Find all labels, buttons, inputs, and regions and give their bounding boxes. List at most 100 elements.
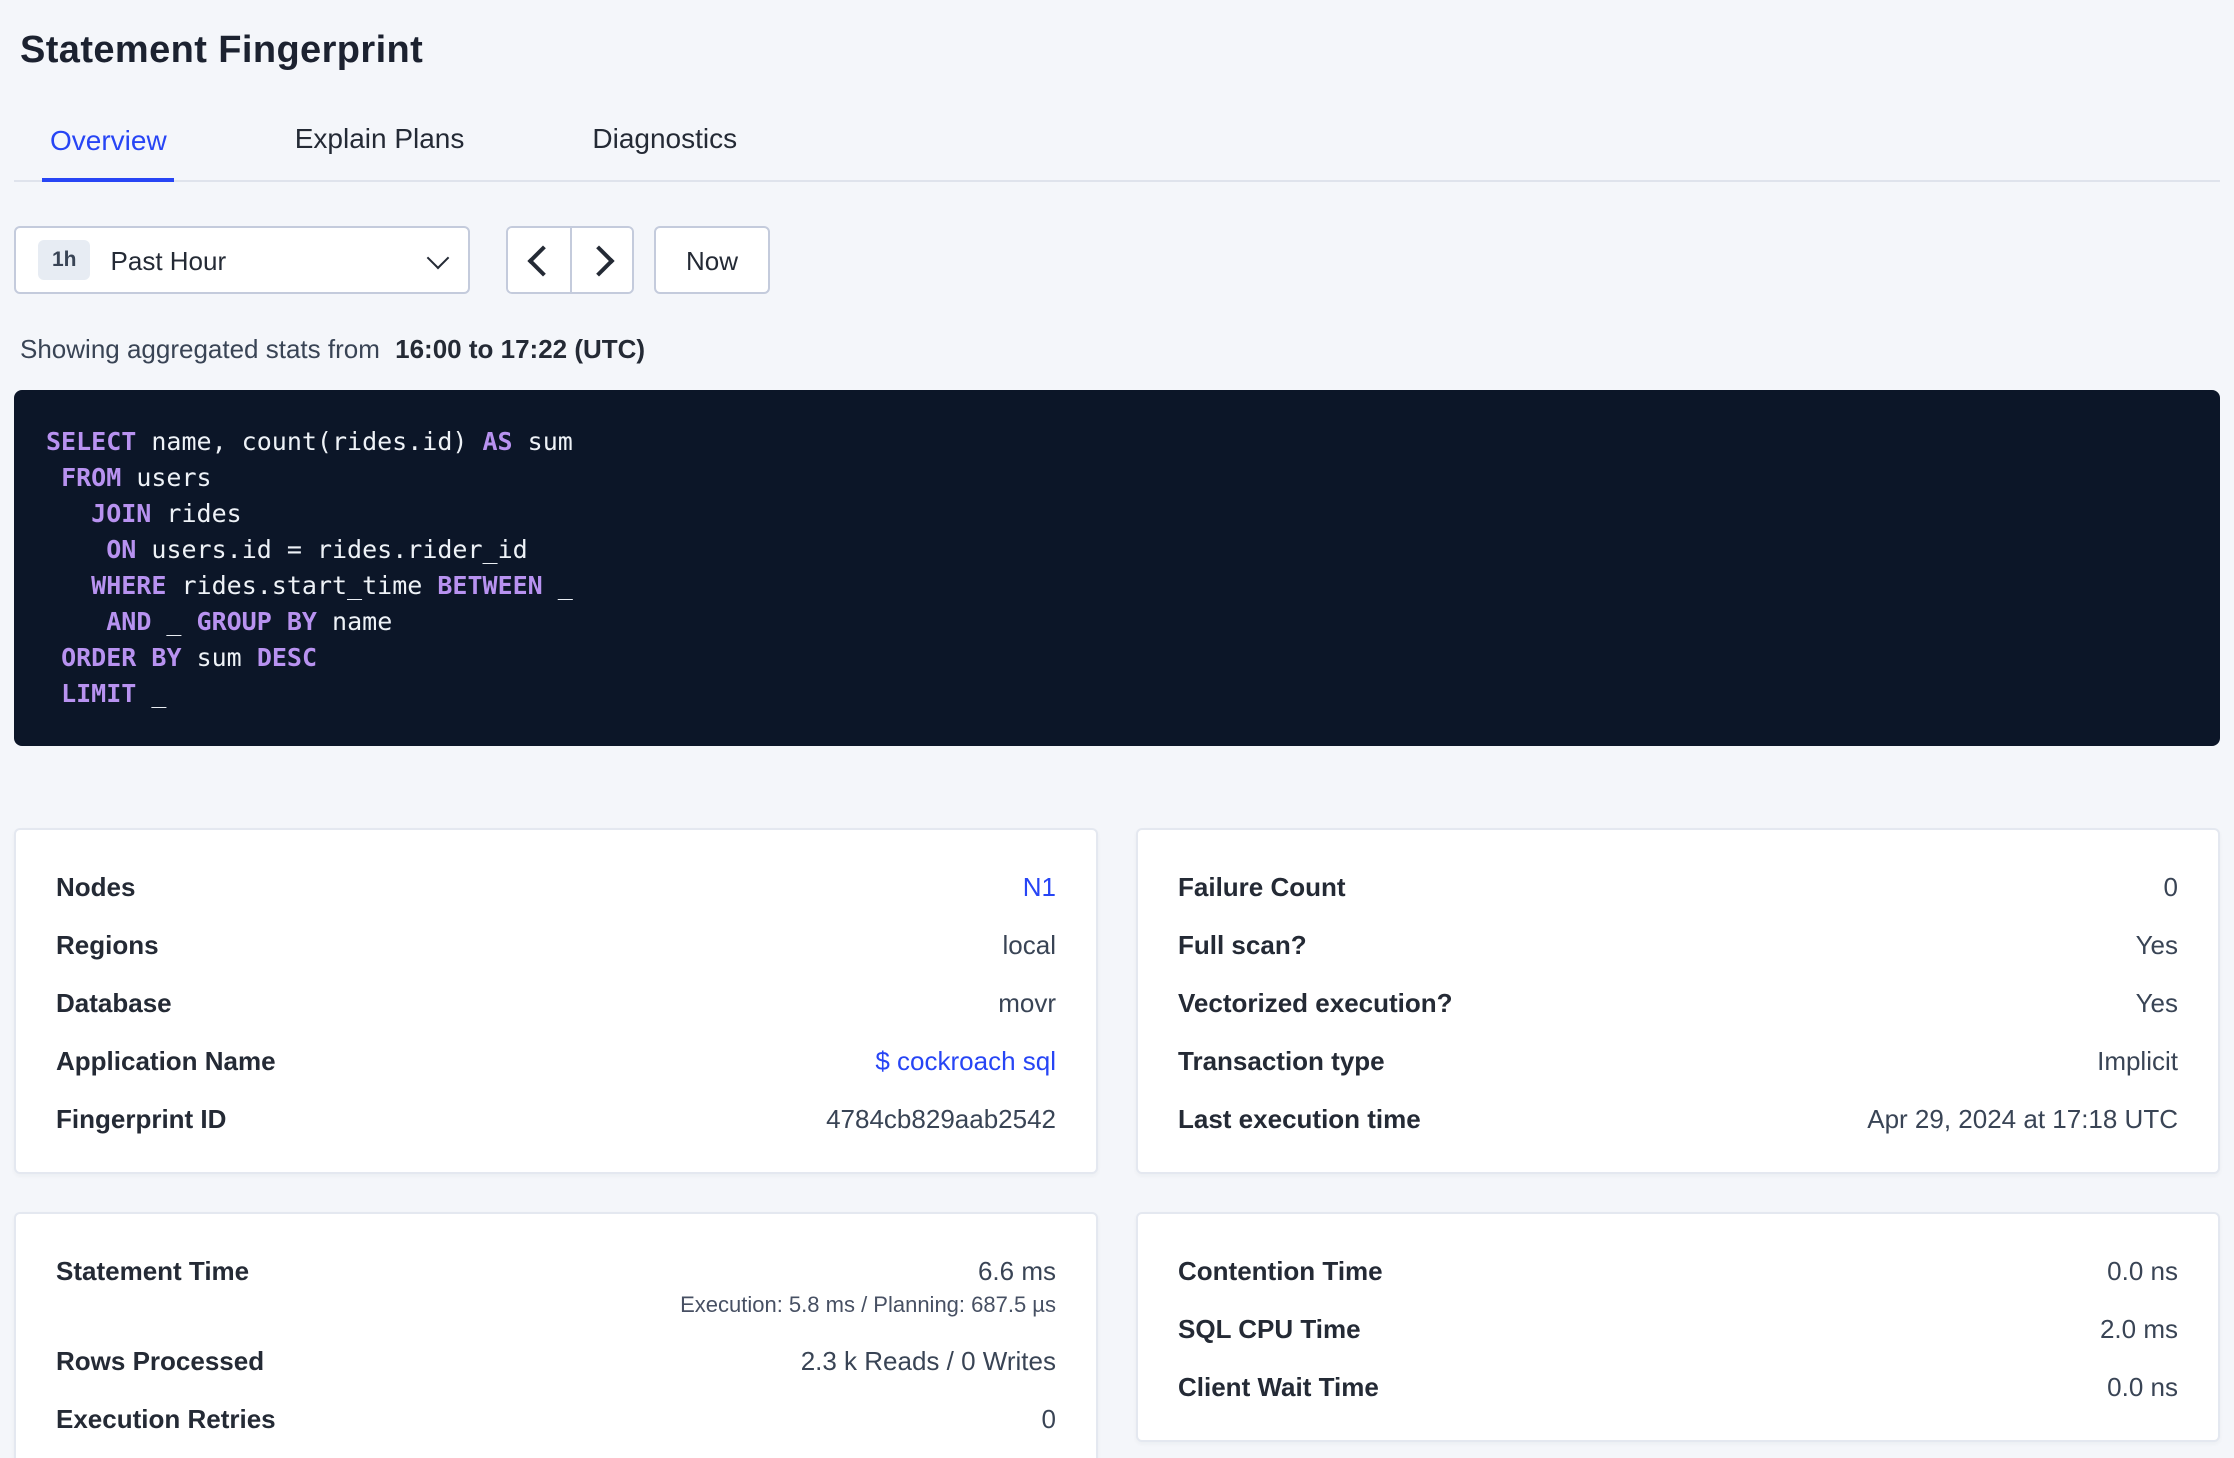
aggregated-stats-line: Showing aggregated stats from 16:00 to 1… (20, 334, 2220, 364)
stat-value: 2.3 k Reads / 0 Writes (800, 1346, 1056, 1376)
time-range-label: Past Hour (110, 245, 227, 275)
overview-cards-row-2: Statement Time 6.6 ms Execution: 5.8 ms … (14, 1212, 2220, 1458)
stat-value: 0 (1041, 1404, 1056, 1434)
stat-value-wrap: $ cockroach sql (875, 1046, 1056, 1076)
sql-line: FROM users (61, 462, 212, 492)
stats-line-range: 16:00 to 17:22 (UTC) (395, 334, 646, 364)
tab-bar: Overview Explain Plans Diagnostics (14, 106, 2220, 182)
stat-value: 2.0 ms (2099, 1314, 2178, 1344)
chevron-right-icon (583, 244, 615, 276)
stat-row: Application Name $ cockroach sql (56, 1032, 1056, 1090)
stat-value-wrap: 6.6 ms Execution: 5.8 ms / Planning: 687… (680, 1256, 1056, 1318)
sql-line: WHERE rides.start_time BETWEEN _ (91, 570, 573, 600)
stat-row: Database movr (56, 974, 1056, 1032)
statement-attributes-card: Failure Count 0 Full scan? Yes Vectorize… (1136, 828, 2220, 1174)
tab-explain-plans[interactable]: Explain Plans (287, 106, 473, 180)
stat-label: Client Wait Time (1178, 1372, 1379, 1402)
stat-label: Rows Processed (56, 1346, 265, 1376)
tab-overview[interactable]: Overview (42, 108, 175, 182)
sql-line: SELECT name, count(rides.id) AS sum (46, 426, 573, 456)
stat-value: local (1002, 930, 1057, 960)
sql-code: SELECT name, count(rides.id) AS sum FROM… (46, 424, 2188, 712)
sql-line: AND _ GROUP BY name (106, 606, 393, 636)
stat-label: Full scan? (1178, 930, 1307, 960)
stat-value-wrap: movr (998, 988, 1056, 1018)
stat-value-wrap: Yes (2136, 930, 2178, 960)
stat-row: Failure Count 0 (1178, 858, 2178, 916)
sql-line: JOIN rides (91, 498, 242, 528)
statement-fingerprint-page: Statement Fingerprint Overview Explain P… (0, 0, 2234, 1458)
stat-label: Nodes (56, 872, 136, 902)
stat-value-wrap: local (1003, 930, 1057, 960)
chevron-left-icon (526, 244, 558, 276)
stat-row: Client Wait Time 0.0 ns (1178, 1358, 2178, 1416)
stat-value: 0 (2163, 872, 2178, 902)
stat-label: Regions (56, 930, 159, 960)
stat-row: Last execution time Apr 29, 2024 at 17:1… (1178, 1090, 2178, 1148)
stat-row: Rows Processed 2.3 k Reads / 0 Writes (56, 1332, 1056, 1390)
time-range-badge: 1h (38, 240, 91, 280)
stat-value: 0.0 ns (2107, 1372, 2178, 1402)
stat-value-wrap: 2.0 ms (2100, 1314, 2178, 1344)
chevron-down-icon (426, 245, 450, 269)
sql-line: ORDER BY sum DESC (61, 642, 318, 672)
stat-row: SQL CPU Time 2.0 ms (1178, 1300, 2178, 1358)
stat-row: Statement Time 6.6 ms Execution: 5.8 ms … (56, 1242, 1056, 1332)
stat-label: Vectorized execution? (1178, 988, 1453, 1018)
stat-value-wrap: 0 (2164, 872, 2178, 902)
page-title: Statement Fingerprint (20, 30, 424, 72)
stat-value: Apr 29, 2024 at 17:18 UTC (1867, 1104, 2178, 1134)
stat-value-wrap: 2.3 k Reads / 0 Writes (801, 1346, 1056, 1376)
stat-value-wrap: Implicit (2097, 1046, 2178, 1076)
stat-subvalue: Execution: 5.8 ms / Planning: 687.5 µs (680, 1294, 1056, 1318)
now-button[interactable]: Now (654, 226, 771, 294)
stat-label: Statement Time (56, 1256, 250, 1286)
stat-value-wrap: 0.0 ns (2107, 1372, 2178, 1402)
time-range-dropdown[interactable]: 1h Past Hour (14, 226, 470, 294)
stat-row: Execution Count 25 (56, 1448, 1056, 1458)
statement-timing-card: Statement Time 6.6 ms Execution: 5.8 ms … (14, 1212, 1098, 1458)
stats-line-prefix: Showing aggregated stats from (20, 334, 380, 364)
stat-value-wrap: 0 (1042, 1404, 1056, 1434)
overview-cards-row-1: Nodes N1 Regions local Database movr App… (14, 828, 2220, 1174)
statement-wait-card: Contention Time 0.0 ns SQL CPU Time 2.0 … (1136, 1212, 2220, 1442)
time-controls: 1h Past Hour Now (14, 226, 2220, 294)
stat-row: Transaction type Implicit (1178, 1032, 2178, 1090)
stat-label: Contention Time (1178, 1256, 1383, 1286)
stat-row: Vectorized execution? Yes (1178, 974, 2178, 1032)
stat-value: Yes (2135, 988, 2178, 1018)
stat-row: Contention Time 0.0 ns (1178, 1242, 2178, 1300)
stat-label: Transaction type (1178, 1046, 1385, 1076)
stat-row: Regions local (56, 916, 1056, 974)
stat-label: Failure Count (1178, 872, 1346, 902)
tab-diagnostics[interactable]: Diagnostics (584, 106, 745, 180)
stat-row: Fingerprint ID 4784cb829aab2542 (56, 1090, 1056, 1148)
stat-value-wrap: 0.0 ns (2107, 1256, 2178, 1286)
stat-row: Full scan? Yes (1178, 916, 2178, 974)
stat-label: Fingerprint ID (56, 1104, 227, 1134)
stat-value: 0.0 ns (2107, 1256, 2178, 1286)
stat-value-wrap: 4784cb829aab2542 (826, 1104, 1056, 1134)
sql-statement-box: SELECT name, count(rides.id) AS sum FROM… (14, 390, 2220, 746)
stat-value-link[interactable]: N1 (1023, 872, 1056, 902)
stat-row: Execution Retries 0 (56, 1390, 1056, 1448)
sql-line: ON users.id = rides.rider_id (106, 534, 528, 564)
stat-label: Last execution time (1178, 1104, 1421, 1134)
stat-value-wrap: Yes (2136, 988, 2178, 1018)
stat-row: Nodes N1 (56, 858, 1056, 916)
stat-label: Application Name (56, 1046, 276, 1076)
stat-value: 6.6 ms (977, 1256, 1056, 1286)
stat-value: Implicit (2097, 1046, 2178, 1076)
stat-label: SQL CPU Time (1178, 1314, 1361, 1344)
stat-value-wrap: N1 (1023, 872, 1056, 902)
next-interval-button[interactable] (570, 228, 632, 292)
stat-value-link[interactable]: $ cockroach sql (875, 1046, 1056, 1076)
stat-label: Execution Retries (56, 1404, 276, 1434)
previous-interval-button[interactable] (508, 228, 570, 292)
stat-value: Yes (2135, 930, 2178, 960)
sql-line: LIMIT _ (61, 678, 167, 708)
stat-label: Database (56, 988, 172, 1018)
time-step-buttons (506, 226, 634, 294)
statement-details-card: Nodes N1 Regions local Database movr App… (14, 828, 1098, 1174)
stat-value: movr (998, 988, 1056, 1018)
